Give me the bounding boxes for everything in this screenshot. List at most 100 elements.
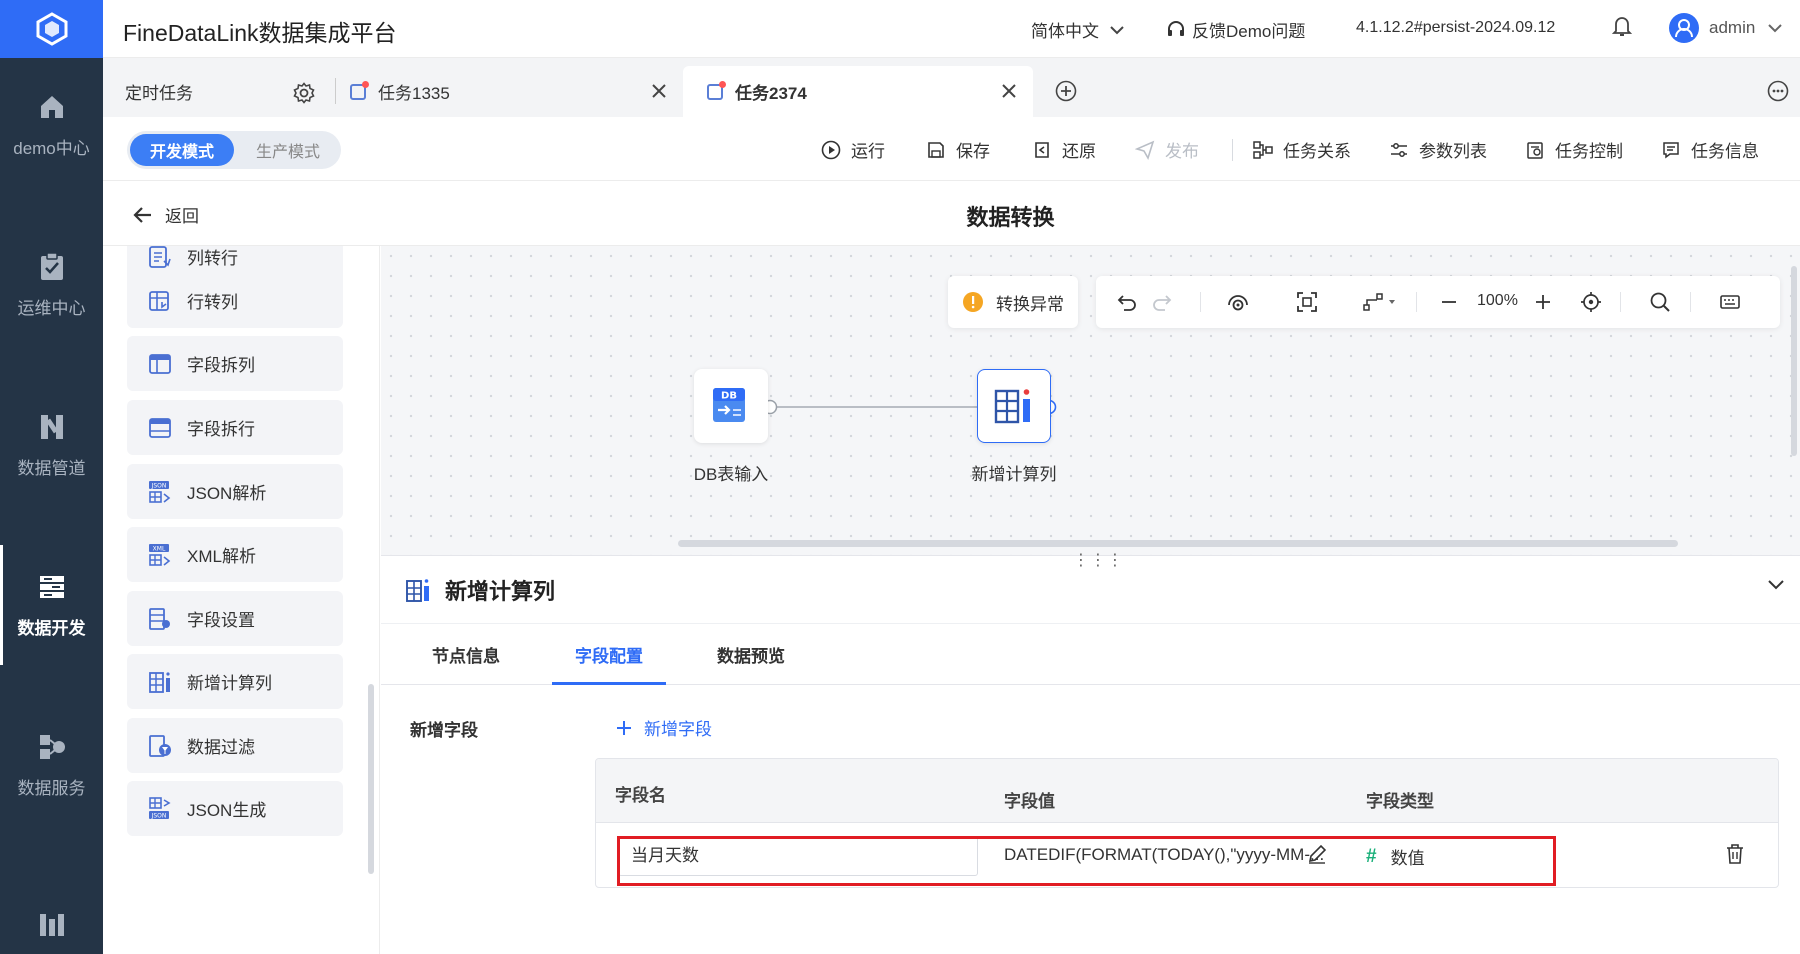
add-field-button[interactable]: 新增字段 [616,715,712,740]
json-generate-icon: JSON [149,796,171,819]
canvas-horizontal-scrollbar[interactable] [678,540,1678,547]
new-field-label: 新增字段 [410,721,478,740]
component-data-filter[interactable]: 数据过滤 [127,718,343,773]
nav-label: 数据管道 [17,458,86,478]
svg-text:JSON: JSON [151,482,167,489]
calc-column-icon [149,671,170,693]
relations-label: 任务关系 [1283,142,1351,161]
db-icon-text: DB [721,391,737,402]
tab-task-1335[interactable]: 任务1335 [346,66,686,117]
component-panel-scrollbar[interactable] [368,684,374,874]
notification-button[interactable] [1612,15,1632,37]
highlight-box [617,836,1556,886]
component-split-column[interactable]: 字段拆列 [127,336,343,391]
more-icon[interactable] [1767,80,1789,102]
flow-canvas[interactable]: 转换异常 100% DB DB表输入 新增计算列 [381,246,1800,555]
pipeline-icon [40,414,63,439]
nav-item-demo-center[interactable]: demo中心 [0,65,103,185]
task-control-button[interactable]: 任务控制 [1525,137,1623,162]
collapse-chevron-icon[interactable] [1766,578,1786,592]
component-label: 字段拆行 [187,420,255,439]
trash-icon[interactable] [1724,843,1746,865]
component-split-row[interactable]: 字段拆行 [127,400,343,455]
feedback-link[interactable]: 反馈Demo问题 [1166,17,1305,42]
json-parse-icon: JSON [149,480,171,503]
task-tab-bar: 定时任务 任务1335 任务2374 [103,58,1800,117]
xml-parse-icon: XML [149,543,171,566]
tab-label: 定时任务 [125,84,193,103]
resize-handle[interactable]: ⋮⋮⋮ [1073,550,1124,570]
feedback-label: 反馈Demo问题 [1192,22,1306,41]
language-select[interactable]: 简体中文 [1031,17,1125,42]
calc-column-icon [994,389,1030,424]
task-info-button[interactable]: 任务信息 [1661,137,1759,162]
node-calc-column[interactable] [977,369,1051,443]
prod-mode-button[interactable]: 生产模式 [239,134,337,166]
service-icon [39,734,65,759]
user-menu[interactable]: admin [1669,13,1783,43]
column-header-type: 字段类型 [1366,792,1434,811]
table-header: 字段名 字段值 字段类型 [596,759,1778,823]
task-icon [350,80,369,100]
component-json-generate[interactable]: JSON JSON生成 [127,781,343,836]
play-icon [821,140,841,159]
tab-scheduled-tasks[interactable]: 定时任务 [125,66,310,117]
language-label: 简体中文 [1031,22,1099,41]
component-field-settings[interactable]: 字段设置 [127,591,343,646]
restore-button[interactable]: 还原 [1032,137,1096,162]
component-label: 数据过滤 [187,738,255,757]
home-icon [40,95,63,118]
calc-column-icon [406,579,429,602]
add-tab-icon[interactable] [1055,80,1077,102]
component-json-parse[interactable]: JSON JSON解析 [127,464,343,519]
field-settings-icon [149,607,170,630]
nav-item-data-dev[interactable]: 数据开发 [0,545,103,665]
svg-text:JSON: JSON [151,812,167,819]
component-row-to-col[interactable]: 行转列 [127,273,343,328]
headset-icon [1168,20,1184,36]
component-label: 新增计算列 [187,674,272,693]
app-logo[interactable] [0,0,103,58]
component-label: 字段拆列 [187,356,255,375]
plus-icon [617,720,631,735]
node-db-input[interactable]: DB [694,369,768,443]
task-relations-button[interactable]: 任务关系 [1253,137,1351,162]
task-icon [707,80,726,100]
gear-icon[interactable] [293,82,315,104]
row-to-col-icon [149,290,169,311]
detail-header: 新增计算列 [405,574,555,606]
tab-task-2374[interactable]: 任务2374 [683,66,1033,117]
column-header-value: 字段值 [1004,792,1055,811]
canvas-vertical-scrollbar[interactable] [1791,266,1797,456]
nav-item-ops-center[interactable]: 运维中心 [0,225,103,345]
param-list-button[interactable]: 参数列表 [1389,137,1487,162]
task-toolbar: 开发模式 生产模式 运行 保存 还原 发布 任务关系 参数列表 任务控制 任务信… [103,117,1800,181]
nav-item-more[interactable] [0,880,103,954]
tab-node-info[interactable]: 节点信息 [432,642,500,667]
sliders-icon [1391,142,1407,157]
tab-label: 任务2374 [735,84,807,103]
run-label: 运行 [851,142,885,161]
nav-item-data-pipeline[interactable]: 数据管道 [0,385,103,505]
split-row-icon [149,417,171,438]
close-icon[interactable] [650,82,668,100]
control-icon [1527,141,1543,159]
component-calc-column[interactable]: 新增计算列 [127,654,343,709]
nav-label: 数据开发 [17,618,86,638]
component-label: XML解析 [187,547,256,566]
nav-item-data-service[interactable]: 数据服务 [0,705,103,825]
dev-mode-button[interactable]: 开发模式 [130,134,234,166]
save-button[interactable]: 保存 [926,137,990,162]
component-label: 行转列 [187,293,238,312]
dev-icon [39,575,64,598]
tab-data-preview[interactable]: 数据预览 [717,642,785,667]
chevron-down-icon [1768,24,1783,33]
publish-button[interactable]: 发布 [1135,137,1199,162]
version-label: 4.1.12.2#persist-2024.09.12 [1356,19,1556,36]
tab-field-config[interactable]: 字段配置 [575,642,643,667]
component-xml-parse[interactable]: XML XML解析 [127,527,343,582]
tab-label: 任务1335 [378,84,450,103]
run-button[interactable]: 运行 [821,137,885,162]
close-icon[interactable] [1000,82,1018,100]
filter-icon [149,734,171,757]
